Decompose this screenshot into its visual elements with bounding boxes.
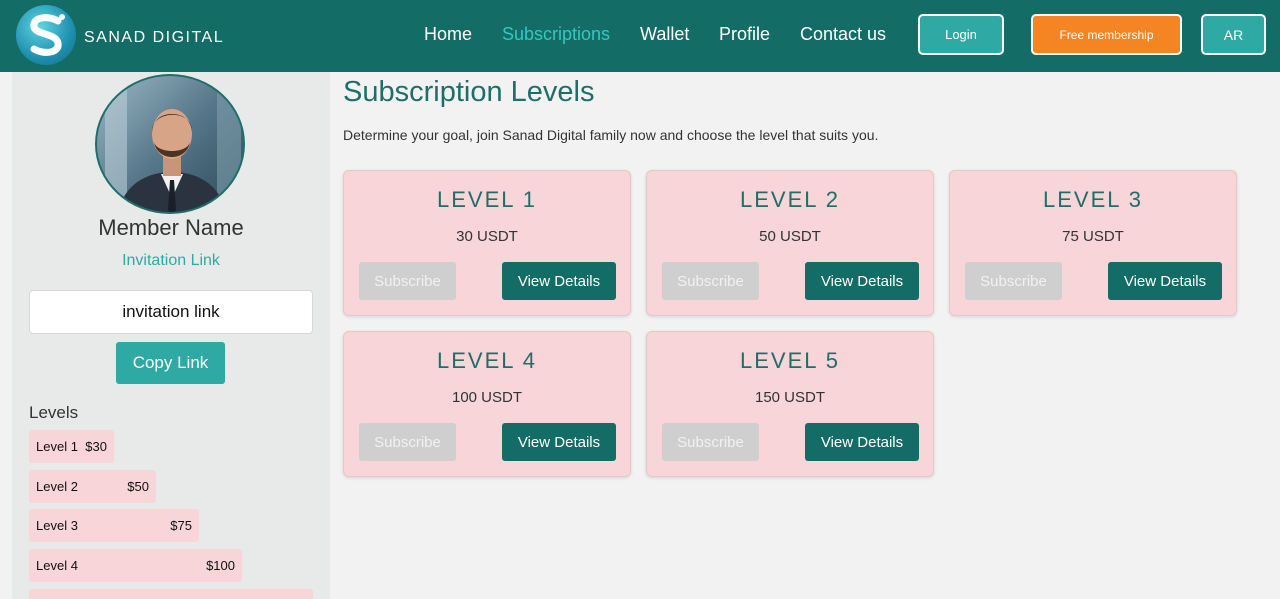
level-bar-name: Level 3 [36,518,78,533]
view-details-button[interactable]: View Details [805,423,919,461]
login-button[interactable]: Login [918,14,1004,55]
subscribe-button[interactable]: Subscribe [965,262,1062,300]
level-card-price: 50 USDT [759,228,821,245]
subscribe-button[interactable]: Subscribe [359,262,456,300]
level-card-3: LEVEL 3 75 USDT Subscribe View Details [949,170,1237,316]
level-card-price: 30 USDT [456,228,518,245]
level-bar-name: Level 4 [36,558,78,573]
level-card-price: 75 USDT [1062,228,1124,245]
invitation-link-title[interactable]: Invitation Link [12,252,330,270]
subscribe-button[interactable]: Subscribe [359,423,456,461]
view-details-button[interactable]: View Details [805,262,919,300]
brand-name[interactable]: SANAD DIGITAL [84,29,224,47]
top-navbar: SANAD DIGITAL Home Subscriptions Wallet … [0,0,1280,72]
level-card-title: LEVEL 5 [739,348,841,373]
subscribe-button[interactable]: Subscribe [662,423,759,461]
level-bar-name: Level 2 [36,479,78,494]
view-details-button[interactable]: View Details [502,423,616,461]
nav-wallet[interactable]: Wallet [640,24,689,45]
page-title: Subscription Levels [343,76,595,108]
level-bar-5 [29,589,313,599]
nav-contact-us[interactable]: Contact us [800,24,886,45]
invitation-link-field[interactable] [29,290,313,334]
level-bar-price: $75 [170,518,192,533]
level-card-title: LEVEL 4 [436,348,538,373]
level-bar-4: Level 4 $100 [29,549,242,582]
level-bar-price: $30 [85,439,107,454]
copy-link-button[interactable]: Copy Link [116,342,225,384]
view-details-button[interactable]: View Details [1108,262,1222,300]
level-bar-name: Level 1 [36,439,78,454]
level-bar-price: $100 [206,558,235,573]
level-card-5: LEVEL 5 150 USDT Subscribe View Details [646,331,934,477]
view-details-button[interactable]: View Details [502,262,616,300]
level-card-title: LEVEL 1 [436,187,538,212]
free-membership-button[interactable]: Free membership [1031,14,1182,55]
levels-heading: Levels [29,403,79,422]
level-bar-price: $50 [127,479,149,494]
subscribe-button[interactable]: Subscribe [662,262,759,300]
sanad-digital-logo-icon[interactable] [16,5,76,65]
nav-home[interactable]: Home [424,24,472,45]
level-bar-2: Level 2 $50 [29,470,156,503]
level-card-2: LEVEL 2 50 USDT Subscribe View Details [646,170,934,316]
avatar [95,74,245,214]
level-card-1: LEVEL 1 30 USDT Subscribe View Details [343,170,631,316]
nav-subscriptions[interactable]: Subscriptions [502,24,610,45]
member-name: Member Name [98,215,244,240]
language-toggle-button[interactable]: AR [1201,14,1266,55]
nav-profile[interactable]: Profile [719,24,770,45]
level-bar-3: Level 3 $75 [29,509,199,542]
level-card-title: LEVEL 3 [1042,187,1144,212]
level-card-4: LEVEL 4 100 USDT Subscribe View Details [343,331,631,477]
page-subtitle: Determine your goal, join Sanad Digital … [343,127,879,143]
level-card-title: LEVEL 2 [739,187,841,212]
level-card-price: 150 USDT [754,389,826,406]
level-bar-1: Level 1 $30 [29,430,114,463]
level-card-price: 100 USDT [451,389,523,406]
